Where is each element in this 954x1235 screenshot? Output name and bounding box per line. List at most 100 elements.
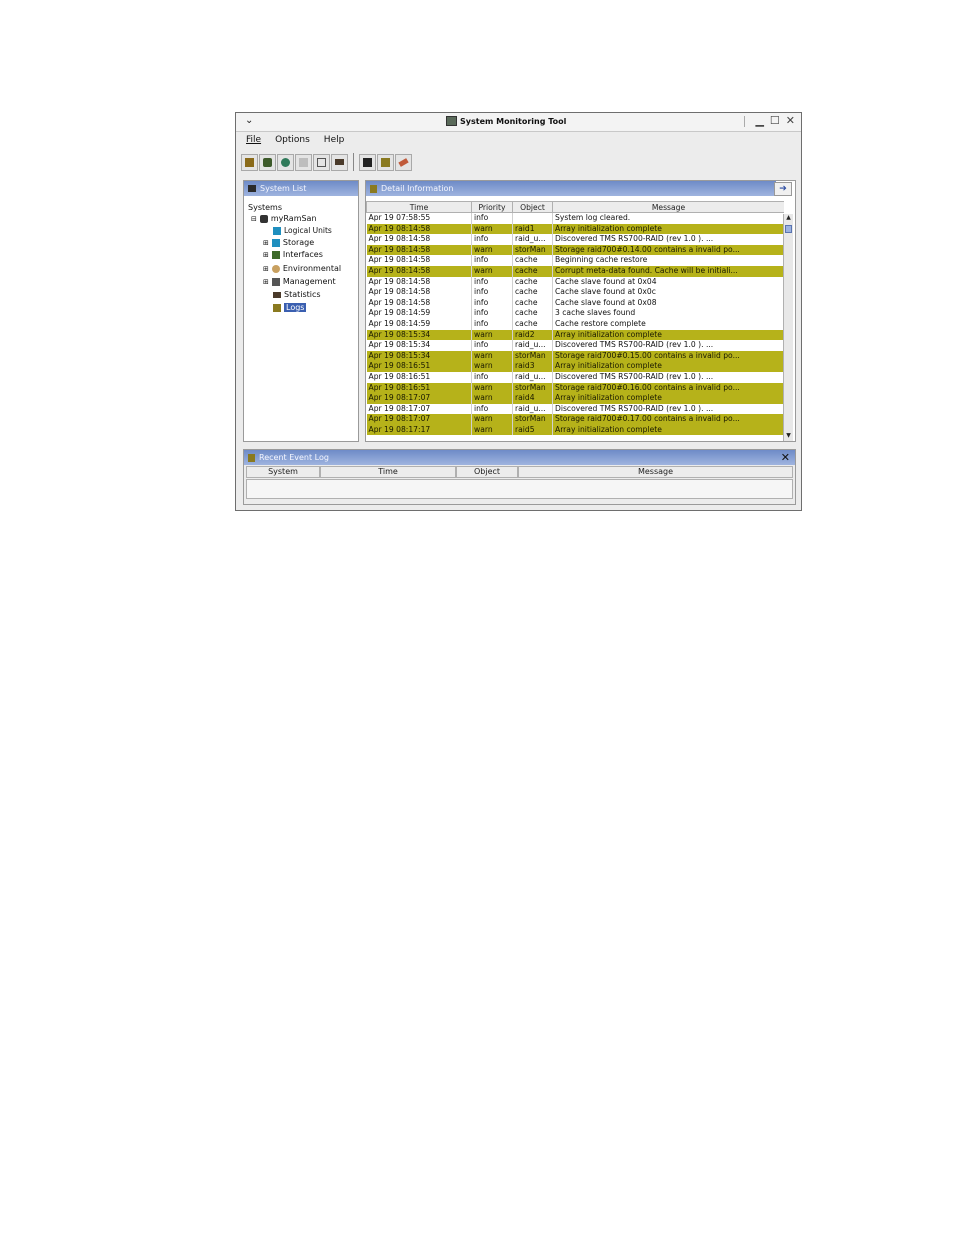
table-row[interactable]: Apr 19 08:16:51 warn storMan Storage raid70… bbox=[366, 382, 784, 394]
tree-item-environmental[interactable]: ⊞ Environmental bbox=[263, 264, 341, 273]
toolbar-separator bbox=[353, 153, 354, 171]
tree-root-label: Systems bbox=[248, 203, 282, 212]
table-row[interactable]: Apr 19 08:17:17 warn raid5 Array initializa… bbox=[366, 424, 784, 436]
table-row[interactable]: Apr 19 08:14:59 info cache 3 cache slaves f… bbox=[366, 308, 784, 319]
table-row[interactable]: Apr 19 08:17:07 info raid_u... Discovered T… bbox=[366, 403, 784, 415]
collapse-icon bbox=[317, 157, 326, 167]
window-menu-icon[interactable]: ⌄ bbox=[245, 115, 253, 126]
expand-toggle-icon[interactable]: ⊞ bbox=[263, 278, 269, 286]
table-row[interactable]: Apr 19 08:15:34 info raid_u... Discovered T… bbox=[366, 340, 784, 351]
cell-object: storMan bbox=[512, 414, 553, 425]
grid-button[interactable] bbox=[295, 153, 312, 171]
cell-object: cache bbox=[512, 297, 553, 309]
tree-item-logical-units[interactable]: Logical Units bbox=[273, 226, 332, 235]
cell-time: Apr 19 08:15:34 bbox=[366, 329, 472, 341]
cell-priority: info bbox=[471, 371, 513, 383]
tree-system-myramsan[interactable]: ⊟ myRamSan bbox=[251, 214, 317, 223]
open-system-button[interactable] bbox=[241, 153, 258, 171]
table-row[interactable]: Apr 19 08:14:58 warn raid1 Array initializa… bbox=[366, 223, 784, 235]
table-row[interactable]: Apr 19 08:15:34 warn storMan Storage raid70… bbox=[366, 350, 784, 362]
column-header-object[interactable]: Object bbox=[512, 201, 553, 213]
close-icon[interactable]: ✕ bbox=[786, 114, 795, 127]
scroll-thumb[interactable] bbox=[785, 225, 792, 233]
close-panel-icon[interactable]: ✕ bbox=[781, 451, 790, 464]
table-row[interactable]: Apr 19 08:14:58 info cache Cache slave foun… bbox=[366, 287, 784, 298]
recent-event-icon bbox=[248, 453, 255, 462]
expand-toggle-icon[interactable]: ⊞ bbox=[263, 265, 269, 273]
cell-time: Apr 19 08:17:07 bbox=[366, 393, 472, 404]
table-row[interactable]: Apr 19 08:14:59 info cache Cache restore co… bbox=[366, 318, 784, 330]
save-button[interactable] bbox=[359, 153, 376, 171]
menu-help[interactable]: Help bbox=[324, 132, 345, 148]
cell-object: raid3 bbox=[512, 361, 553, 372]
table-row[interactable]: Apr 19 08:14:58 info cache Cache slave foun… bbox=[366, 297, 784, 309]
cell-time: Apr 19 08:14:59 bbox=[366, 308, 472, 319]
minimize-icon[interactable]: ▁ bbox=[755, 114, 763, 127]
table-row[interactable]: Apr 19 08:14:58 warn cache Corrupt meta-dat… bbox=[366, 265, 784, 277]
eraser-button[interactable] bbox=[395, 153, 412, 171]
table-row[interactable]: Apr 19 07:58:55 info System log cleared. bbox=[366, 212, 784, 224]
table-row[interactable]: Apr 19 08:14:58 warn storMan Storage raid70… bbox=[366, 244, 784, 256]
tree-item-interfaces[interactable]: ⊞ Interfaces bbox=[263, 250, 323, 259]
recent-event-panel: Recent Event Log ✕ System Time Object Me… bbox=[243, 449, 796, 505]
table-row[interactable]: Apr 19 08:16:51 info raid_u... Discovered T… bbox=[366, 371, 784, 383]
window-controls: ▁ ☐ ✕ bbox=[755, 114, 795, 127]
title-bar[interactable]: ⌄ System Monitoring Tool ▁ ☐ ✕ bbox=[236, 113, 801, 132]
display-icon bbox=[335, 159, 344, 165]
tree-item-logs[interactable]: Logs bbox=[273, 303, 307, 312]
tree-item-management[interactable]: ⊞ Management bbox=[263, 277, 336, 286]
cell-message: Storage raid700#0.16.00 contains a inval… bbox=[552, 382, 784, 394]
globe-button[interactable] bbox=[277, 153, 294, 171]
column-header-time[interactable]: Time bbox=[366, 201, 472, 213]
add-system-button[interactable] bbox=[259, 153, 276, 171]
detail-panel: Detail Information ➔ Time Priority Objec… bbox=[365, 180, 796, 442]
maximize-icon[interactable]: ☐ bbox=[770, 114, 780, 127]
cell-message: Cache slave found at 0x04 bbox=[552, 276, 784, 288]
scroll-up-icon[interactable]: ▲ bbox=[784, 214, 793, 223]
cell-priority: info bbox=[471, 212, 513, 224]
notes-button[interactable] bbox=[377, 153, 394, 171]
column-header-system[interactable]: System bbox=[246, 466, 320, 478]
cell-object: raid_u... bbox=[512, 403, 553, 415]
save-icon bbox=[363, 157, 372, 167]
statistics-icon bbox=[273, 291, 281, 298]
menu-options[interactable]: Options bbox=[275, 132, 310, 148]
cell-priority: warn bbox=[471, 329, 513, 341]
table-row[interactable]: Apr 19 08:14:58 info cache Beginning cache … bbox=[366, 255, 784, 266]
cell-object: storMan bbox=[512, 350, 553, 362]
display-button[interactable] bbox=[331, 153, 348, 171]
expand-toggle-icon[interactable]: ⊞ bbox=[263, 239, 269, 247]
cell-object: raid5 bbox=[512, 424, 553, 436]
recent-event-title: Recent Event Log bbox=[259, 453, 329, 462]
system-list-header: System List bbox=[244, 181, 358, 196]
tree-item-statistics[interactable]: Statistics bbox=[273, 290, 321, 299]
column-header-message[interactable]: Message bbox=[552, 201, 784, 213]
menu-file[interactable]: File bbox=[246, 132, 261, 148]
system-list-title: System List bbox=[260, 184, 307, 193]
cell-priority: warn bbox=[471, 424, 513, 436]
table-row[interactable]: Apr 19 08:17:07 warn storMan Storage raid70… bbox=[366, 414, 784, 425]
table-row[interactable]: Apr 19 08:15:34 warn raid2 Array initializa… bbox=[366, 329, 784, 341]
scroll-down-icon[interactable]: ▼ bbox=[784, 432, 793, 441]
tree-root[interactable]: Systems bbox=[248, 203, 282, 212]
vertical-scrollbar[interactable]: ▲ ▼ bbox=[783, 214, 793, 441]
table-row[interactable]: Apr 19 08:14:58 info raid_u... Discovered T… bbox=[366, 234, 784, 245]
table-row[interactable]: Apr 19 08:17:07 warn raid4 Array initializa… bbox=[366, 393, 784, 404]
cell-object bbox=[512, 212, 553, 224]
expand-toggle-icon[interactable]: ⊞ bbox=[263, 251, 269, 259]
tree-item-storage[interactable]: ⊞ Storage bbox=[263, 238, 314, 247]
collapse-toggle-icon[interactable]: ⊟ bbox=[251, 215, 257, 223]
cell-priority: warn bbox=[471, 244, 513, 256]
cell-object: raid4 bbox=[512, 393, 553, 404]
cell-priority: warn bbox=[471, 265, 513, 277]
environmental-icon bbox=[271, 264, 280, 273]
column-header-priority[interactable]: Priority bbox=[471, 201, 513, 213]
column-header-time[interactable]: Time bbox=[320, 466, 456, 478]
column-header-object[interactable]: Object bbox=[456, 466, 518, 478]
column-header-message[interactable]: Message bbox=[518, 466, 793, 478]
collapse-button[interactable] bbox=[313, 153, 330, 171]
arrow-right-icon[interactable]: ➔ bbox=[774, 182, 792, 196]
cell-priority: info bbox=[471, 276, 513, 288]
table-row[interactable]: Apr 19 08:16:51 warn raid3 Array initializa… bbox=[366, 361, 784, 372]
table-row[interactable]: Apr 19 08:14:58 info cache Cache slave foun… bbox=[366, 276, 784, 288]
